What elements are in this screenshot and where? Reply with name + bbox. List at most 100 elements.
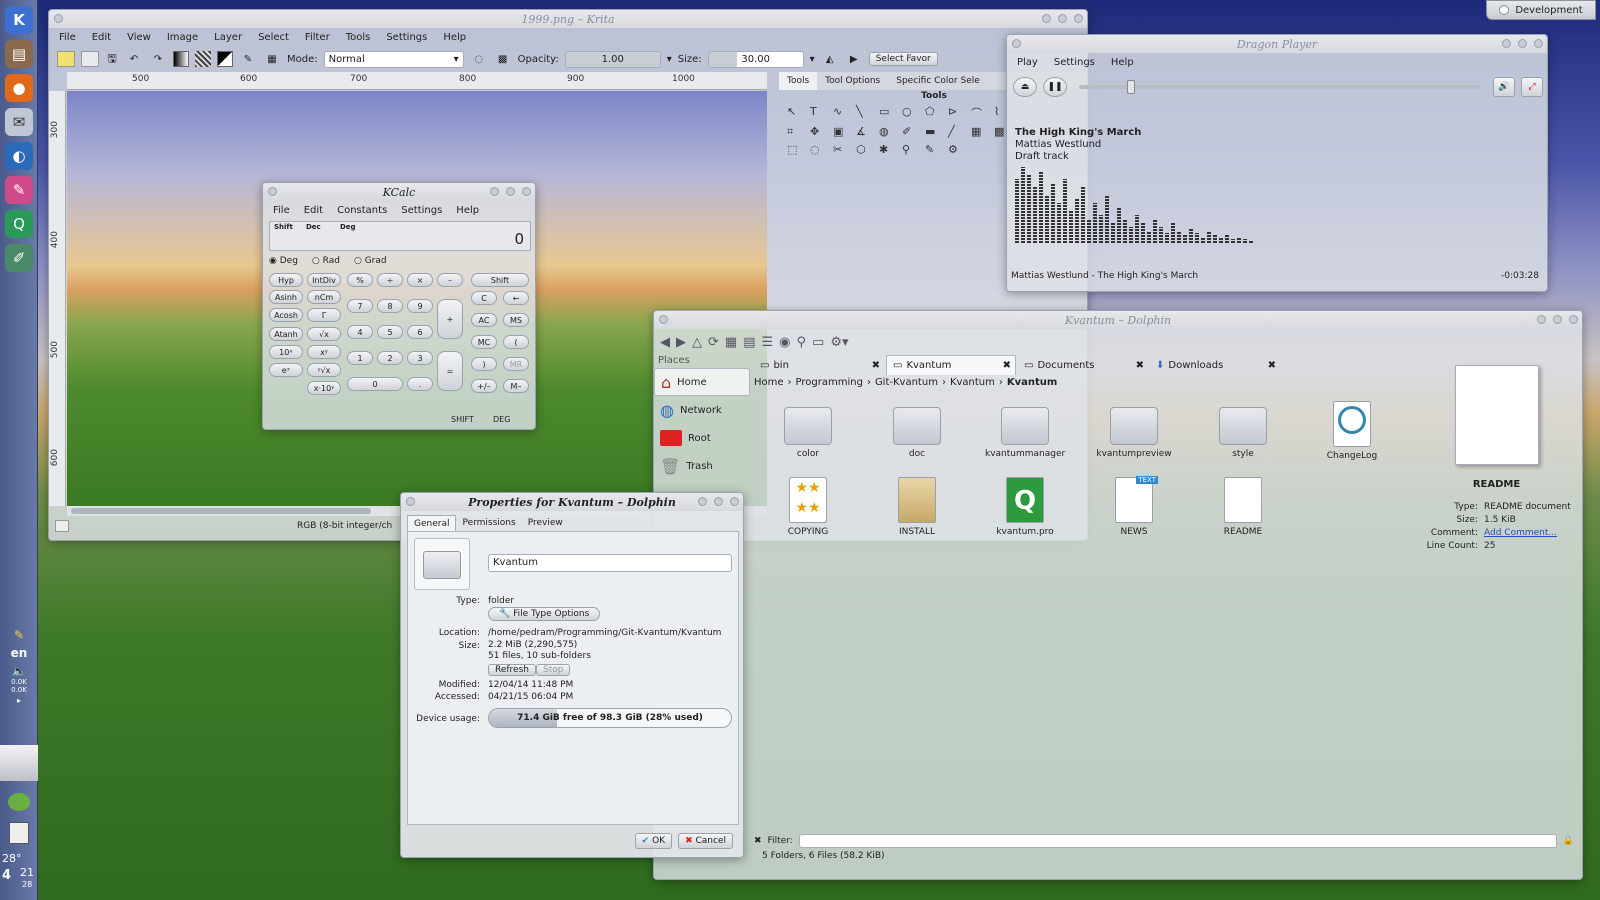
file-item-changelog[interactable]: ChangeLog xyxy=(1312,401,1392,461)
properties-titlebar[interactable]: Properties for Kvantum – Dolphin xyxy=(401,493,743,511)
menu-file[interactable]: File xyxy=(273,205,290,216)
opacity-chevron-icon[interactable]: ▾ xyxy=(667,54,672,65)
color-picker-tool-icon[interactable]: ✐ xyxy=(902,125,921,139)
sqrt-button[interactable]: √x xyxy=(307,327,341,341)
close-icon[interactable] xyxy=(730,497,739,506)
similar-select-tool-icon[interactable]: ⚲ xyxy=(902,143,921,156)
folder-icon-button[interactable] xyxy=(414,538,470,590)
settings-gear-icon[interactable]: ⚙▾ xyxy=(830,335,848,350)
menu-select[interactable]: Select xyxy=(258,32,289,43)
acosh-button[interactable]: Acosh xyxy=(269,308,303,322)
volume-icon[interactable]: 🔈 xyxy=(0,664,38,678)
forward-icon[interactable]: ▶ xyxy=(676,335,686,350)
size-chevron-icon[interactable]: ▾ xyxy=(810,54,815,65)
tab-kvantum[interactable]: ▭ Kvantum ✖ xyxy=(886,355,1016,375)
file-item-news[interactable]: TEXT NEWS xyxy=(1094,476,1174,537)
menu-image[interactable]: Image xyxy=(167,32,198,43)
y-root-button[interactable]: ʸ√x xyxy=(307,363,341,377)
expand-tray-icon[interactable]: ▸ xyxy=(0,696,38,705)
activity-switcher[interactable]: Development xyxy=(1486,0,1596,20)
menu-settings[interactable]: Settings xyxy=(1054,57,1095,68)
firefox-icon[interactable]: ● xyxy=(5,74,33,102)
menu-edit[interactable]: Edit xyxy=(92,32,111,43)
file-item-kvantum-pro[interactable]: Qkvantum.pro xyxy=(985,477,1065,537)
close-icon[interactable] xyxy=(1534,39,1543,48)
memory-minus-button[interactable]: M– xyxy=(503,379,529,393)
cancel-button[interactable]: ✖ Cancel xyxy=(678,833,733,849)
pattern-icon[interactable] xyxy=(195,51,211,67)
ten-power-button[interactable]: 10ˣ xyxy=(269,345,303,359)
tab-general[interactable]: General xyxy=(407,515,457,532)
digit-4-button[interactable]: 4 xyxy=(347,325,373,339)
add-button[interactable]: + xyxy=(437,299,463,339)
open-paren-button[interactable]: ( xyxy=(503,335,529,349)
radio-grad[interactable]: ○ Grad xyxy=(354,256,387,266)
chat-icon[interactable] xyxy=(8,793,30,811)
measure-tool-icon[interactable]: ∡ xyxy=(856,125,875,139)
window-menu-icon[interactable] xyxy=(1012,39,1021,48)
file-item-style[interactable]: style xyxy=(1203,407,1283,459)
crop-tool-icon[interactable]: ⌗ xyxy=(787,125,806,139)
intdiv-button[interactable]: IntDiv xyxy=(307,273,341,287)
breadcrumb-kvantum[interactable]: Kvantum xyxy=(950,377,995,388)
window-menu-icon[interactable] xyxy=(54,14,63,23)
digit-0-button[interactable]: 0 xyxy=(347,377,403,391)
divide-button[interactable]: ÷ xyxy=(377,273,403,287)
tab-bin[interactable]: ▭ bin ✖ xyxy=(754,355,884,375)
menu-help[interactable]: Help xyxy=(1111,57,1134,68)
gradient-tool-icon[interactable]: ▬ xyxy=(925,125,944,139)
ok-button[interactable]: ✔ OK xyxy=(634,833,673,849)
freehand-brush-tool-icon[interactable]: ∿ xyxy=(833,105,852,121)
e-power-button[interactable]: eˣ xyxy=(269,363,303,377)
scrollbar-handle[interactable] xyxy=(71,508,371,514)
file-item-kvantummanager[interactable]: kvantummanager xyxy=(985,407,1065,459)
color-swap-icon[interactable] xyxy=(217,51,233,67)
maximize-icon[interactable] xyxy=(1518,39,1527,48)
brush-preset-icon[interactable]: ✎ xyxy=(239,54,257,65)
docker-tab-specific-color[interactable]: Specific Color Sele xyxy=(888,76,988,86)
minimize-icon[interactable] xyxy=(490,187,499,196)
bezier-select-tool-icon[interactable]: ✎ xyxy=(925,143,944,156)
seek-slider[interactable] xyxy=(1079,80,1481,94)
maximize-icon[interactable] xyxy=(506,187,515,196)
breadcrumb-git-kvantum[interactable]: Git-Kvantum xyxy=(875,377,938,388)
decimal-button[interactable]: . xyxy=(407,377,433,391)
back-icon[interactable]: ◀ xyxy=(660,335,670,350)
menu-settings[interactable]: Settings xyxy=(386,32,427,43)
digit-8-button[interactable]: 8 xyxy=(377,299,403,313)
file-item-kvantumpreview[interactable]: kvantumpreview xyxy=(1094,407,1174,459)
atanh-button[interactable]: Atanh xyxy=(269,327,303,341)
menu-edit[interactable]: Edit xyxy=(304,205,323,216)
digit-1-button[interactable]: 1 xyxy=(347,351,373,365)
new-document-icon[interactable] xyxy=(57,51,75,67)
outline-select-tool-icon[interactable]: ✂ xyxy=(833,143,852,156)
seek-handle[interactable] xyxy=(1127,80,1136,94)
ellipse-select-tool-icon[interactable]: ◌ xyxy=(810,143,829,156)
select-shapes-tool-icon[interactable]: ↖ xyxy=(787,105,806,121)
docker-tab-tools[interactable]: Tools xyxy=(779,72,818,90)
editor-icon[interactable]: ✐ xyxy=(5,244,33,272)
magnetic-select-tool-icon[interactable]: ⚙ xyxy=(948,143,967,156)
line-tool-icon[interactable]: ╲ xyxy=(856,105,875,121)
digit-7-button[interactable]: 7 xyxy=(347,299,373,313)
menu-help[interactable]: Help xyxy=(456,205,479,216)
tab-permissions[interactable]: Permissions xyxy=(456,515,521,532)
rectangle-tool-icon[interactable]: ▭ xyxy=(879,105,898,121)
mirror-horizontal-icon[interactable]: ◭ xyxy=(821,54,839,65)
breadcrumb-programming[interactable]: Programming xyxy=(796,377,863,388)
dragon-titlebar[interactable]: Dragon Player xyxy=(1007,35,1547,53)
mirror-vertical-icon[interactable]: ▶ xyxy=(845,54,863,65)
fullscreen-icon[interactable]: ⤢ xyxy=(1521,77,1543,97)
select-favorite-button[interactable]: Select Favor xyxy=(868,52,938,66)
radio-deg[interactable]: ◉ Deg xyxy=(269,256,298,266)
file-type-options-button[interactable]: 🔧 File Type Options xyxy=(488,607,601,621)
docker-tab-tool-options[interactable]: Tool Options xyxy=(817,76,888,86)
maximize-icon[interactable] xyxy=(714,497,723,506)
polygon-tool-icon[interactable]: ⬠ xyxy=(925,105,944,121)
perspective-grid-tool-icon[interactable]: ▦ xyxy=(971,125,990,139)
krita-icon[interactable]: ✎ xyxy=(5,176,33,204)
keyboard-layout[interactable]: en xyxy=(0,646,38,660)
menu-play[interactable]: Play xyxy=(1017,57,1038,68)
exponent-button[interactable]: x·10ʸ xyxy=(307,381,341,395)
maximize-icon[interactable] xyxy=(1553,315,1562,324)
